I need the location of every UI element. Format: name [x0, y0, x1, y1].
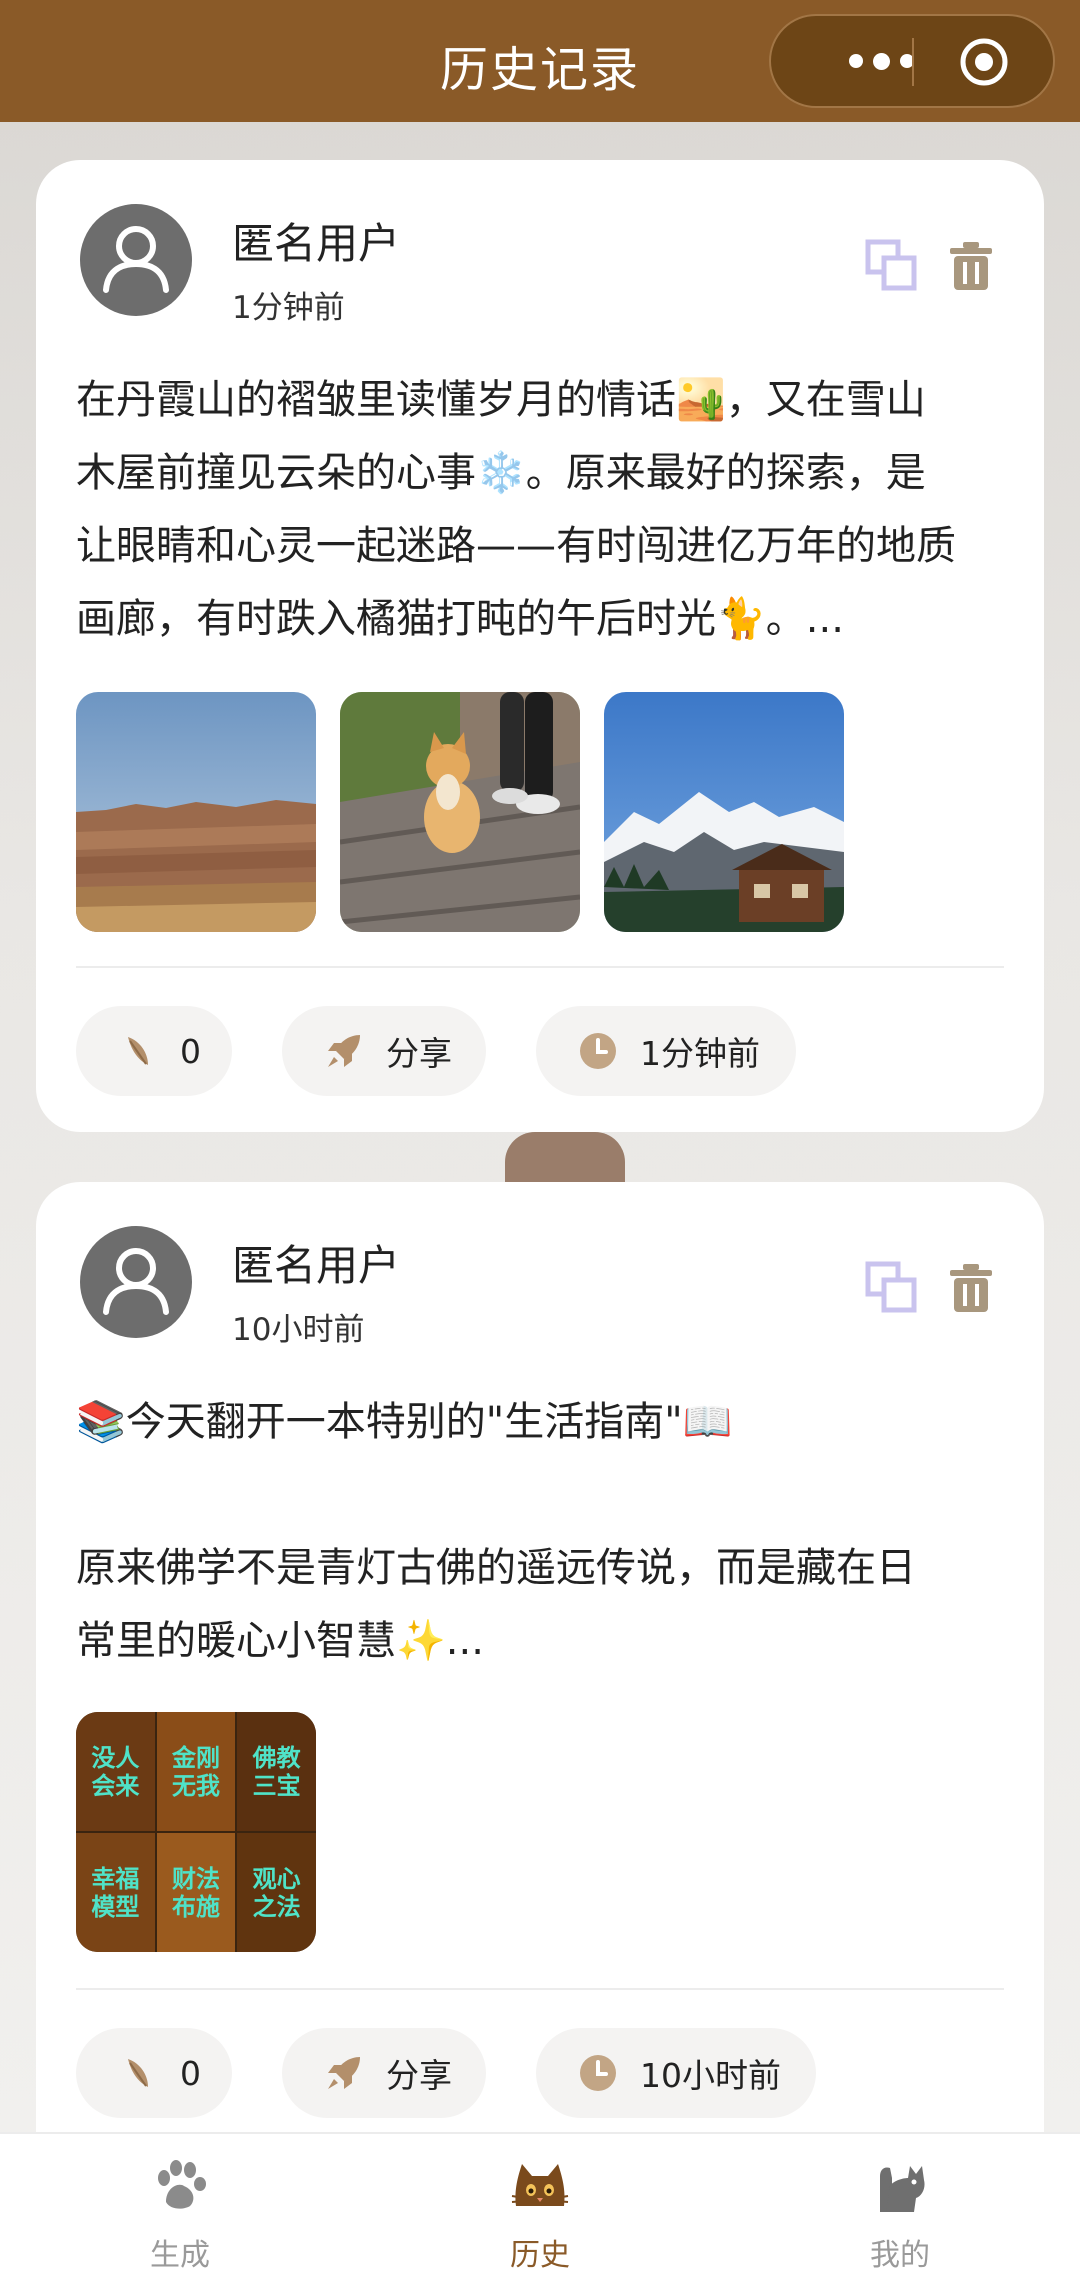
grid-tile: 金刚无我 [156, 1712, 236, 1831]
grid-tile: 幸福模型 [76, 1833, 155, 1952]
avatar [80, 204, 192, 316]
tab-bar: 生成 历史 我的 [0, 2132, 1080, 2279]
nav-bar: 历史记录 [0, 0, 1080, 122]
share-label: 分享 [386, 1034, 452, 1073]
post-text-line: 常里的暖心小智慧✨... [76, 1618, 484, 1664]
grid-tile-text: 佛教三宝 [252, 1743, 301, 1800]
grid-tile-text: 金刚无我 [171, 1743, 220, 1800]
post-text[interactable]: 📚今天翻开一本特别的"生活指南"📖 原来佛学不是青灯古佛的遥远传说，而是藏在日 … [76, 1386, 1016, 1678]
post-time: 10小时前 [232, 1312, 365, 1348]
share-button[interactable]: 分享 [282, 2028, 486, 2118]
trash-icon[interactable] [948, 1262, 994, 1314]
post-text-line: 画廊，有时跌入橘猫打盹的午后时光🐈。... [76, 596, 844, 642]
grid-tile: 没人会来 [76, 1712, 155, 1831]
tab-history[interactable]: 历史 [440, 2134, 640, 2279]
grid-tile: 财法布施 [156, 1833, 236, 1952]
post-text[interactable]: 在丹霞山的褶皱里读懂岁月的情话🏜️，又在雪山 木屋前撞见云朵的心事❄️。原来最好… [76, 364, 1016, 656]
tab-label: 生成 [150, 2238, 210, 2273]
grid-tile-text: 没人会来 [91, 1743, 140, 1800]
divider [76, 966, 1004, 968]
post-time: 1分钟前 [232, 290, 345, 326]
share-button[interactable]: 分享 [282, 1006, 486, 1096]
footer-time: 10小时前 [640, 2056, 781, 2095]
cat-silhouette-icon [880, 2166, 925, 2212]
grid-tile-text: 财法布施 [171, 1864, 220, 1921]
grid-tile-text: 观心之法 [252, 1864, 301, 1921]
grid-tile: 佛教三宝 [237, 1712, 316, 1831]
post-text-line: 在丹霞山的褶皱里读懂岁月的情话🏜️，又在雪山 [76, 377, 926, 423]
like-button[interactable]: 0 [76, 2028, 232, 2118]
like-button[interactable]: 0 [76, 1006, 232, 1096]
feather-icon [118, 2053, 158, 2093]
cat-face-icon [511, 2164, 569, 2206]
copy-icon[interactable] [864, 238, 918, 292]
trash-icon[interactable] [948, 240, 994, 292]
post-text-line: 📚今天翻开一本特别的"生活指南"📖 [76, 1399, 733, 1445]
tab-label: 历史 [510, 2238, 570, 2273]
feather-icon [118, 1031, 158, 1071]
more-icon[interactable] [811, 16, 951, 106]
username: 匿名用户 [232, 1241, 401, 1290]
paw-icon [158, 2160, 206, 2209]
tab-label: 我的 [870, 2238, 930, 2273]
username: 匿名用户 [232, 219, 401, 268]
clock-icon [578, 2053, 618, 2093]
post-image-snow-mountain[interactable] [604, 692, 844, 932]
tab-mine[interactable]: 我的 [800, 2134, 1000, 2279]
post-card: 匿名用户 1分钟前 在丹霞山的褶皱里读懂岁月的情话🏜️，又在雪山 木屋前撞见云朵… [36, 160, 1044, 1132]
post-image-cat[interactable] [340, 692, 580, 932]
divider [76, 1988, 1004, 1990]
copy-icon[interactable] [864, 1260, 918, 1314]
post-image-danxia[interactable] [76, 692, 316, 932]
like-count: 0 [180, 1031, 201, 1071]
post-text-line: 原来佛学不是青灯古佛的遥远传说，而是藏在日 [76, 1545, 916, 1591]
grid-tile: 观心之法 [237, 1833, 316, 1952]
time-chip: 10小时前 [536, 2028, 816, 2118]
background-cat-decoration [505, 1132, 625, 1184]
rocket-icon [324, 1031, 364, 1071]
post-text-blank-line [76, 1459, 1016, 1532]
capsule-divider [912, 38, 914, 86]
time-chip: 1分钟前 [536, 1006, 796, 1096]
close-target-icon[interactable] [959, 37, 1009, 87]
post-card: 匿名用户 10小时前 📚今天翻开一本特别的"生活指南"📖 原来佛学不是青灯古佛的… [36, 1182, 1044, 2242]
grid-tile-text: 幸福模型 [91, 1864, 140, 1921]
post-image-buddhism-grid[interactable]: 没人会来 金刚无我 佛教三宝幸福模型 财法布施 观心之法 [76, 1712, 316, 1952]
clock-icon [578, 1031, 618, 1071]
footer-time: 1分钟前 [640, 1034, 760, 1073]
tab-generate[interactable]: 生成 [80, 2134, 280, 2279]
rocket-icon [324, 2053, 364, 2093]
post-text-line: 木屋前撞见云朵的心事❄️。原来最好的探索，是 [76, 450, 926, 496]
avatar [80, 1226, 192, 1338]
post-text-line: 让眼睛和心灵一起迷路——有时闯进亿万年的地质 [76, 523, 956, 569]
mini-program-capsule [769, 14, 1055, 108]
share-label: 分享 [386, 2056, 452, 2095]
like-count: 0 [180, 2053, 201, 2093]
